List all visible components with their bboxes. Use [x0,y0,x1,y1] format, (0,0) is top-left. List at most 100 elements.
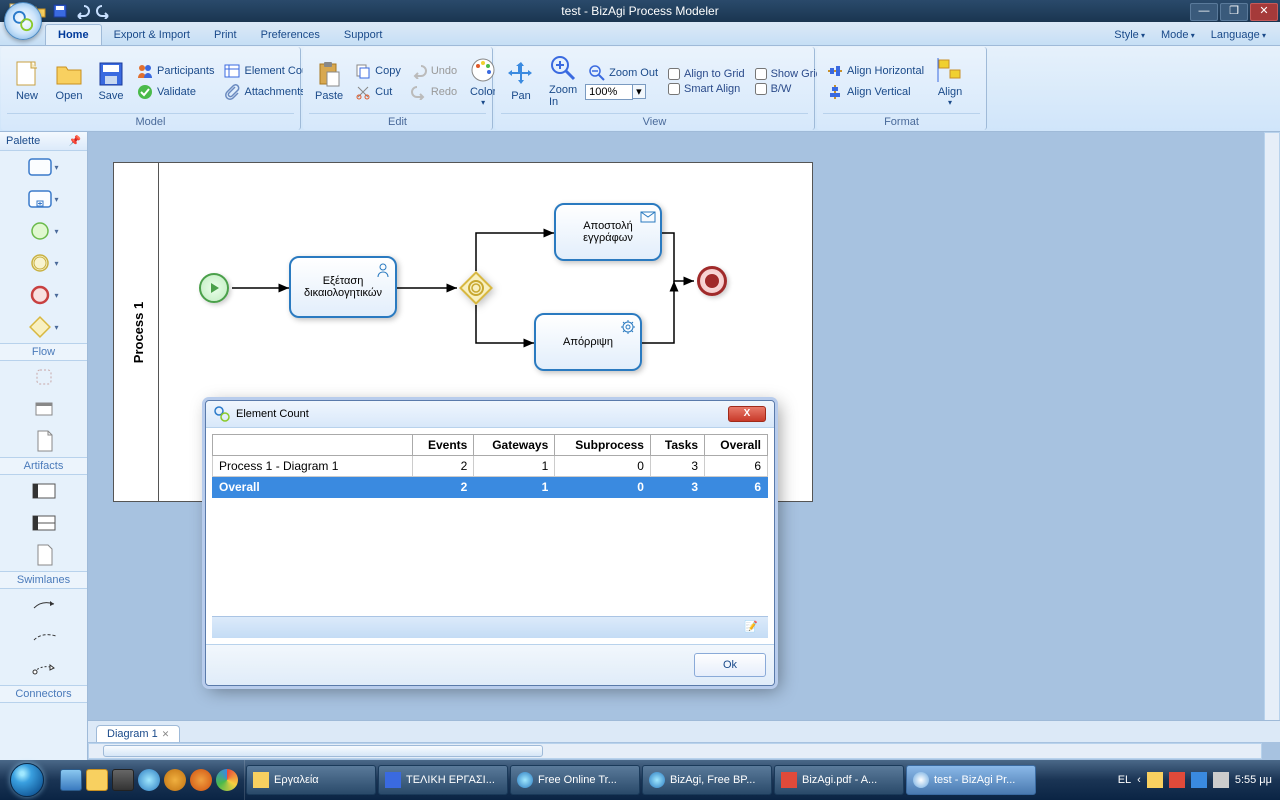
palette-gateway[interactable]: ▾ [0,311,87,343]
gateway-inclusive[interactable] [459,271,493,305]
zoom-in-button[interactable]: Zoom In [543,52,583,110]
cut-button[interactable]: Cut [351,82,405,102]
vertical-scrollbar[interactable] [1264,132,1280,742]
taskbar-item-6[interactable]: test - BizAgi Pr... [906,765,1036,795]
align-horizontal-button[interactable]: Align Horizontal [823,61,928,81]
ql-show-desktop-icon[interactable] [60,769,82,791]
element-count-table: EventsGateways SubprocessTasksOverall Pr… [212,434,768,498]
align-to-grid-check[interactable]: Align to Grid [664,67,749,81]
palette-pool[interactable] [0,475,87,507]
redo-button[interactable]: Redo [407,82,461,102]
sheet-tab-diagram1[interactable]: Diagram 1✕ [96,725,180,742]
tab-support[interactable]: Support [332,25,395,45]
start-event[interactable] [199,273,229,303]
palette-flow-header: Flow [0,343,87,361]
qat-redo-icon[interactable] [96,3,112,19]
ql-explorer-icon[interactable] [86,769,108,791]
app-menu-button[interactable] [4,2,42,40]
ql-switch-icon[interactable] [112,769,134,791]
tab-export-import[interactable]: Export & Import [102,25,202,45]
taskbar-item-4[interactable]: BizAgi, Free BP... [642,765,772,795]
show-grid-check[interactable]: Show Grid [751,67,826,81]
tray-network-icon[interactable] [1191,772,1207,788]
group-format: Align Horizontal Align Vertical Align▾ F… [817,47,987,130]
palette-start-event[interactable]: ▾ [0,215,87,247]
taskbar-item-5[interactable]: BizAgi.pdf - A... [774,765,904,795]
dialog-icon [214,406,230,422]
palette-subprocess[interactable]: ▾ [0,183,87,215]
tab-home[interactable]: Home [45,24,102,45]
end-event[interactable] [697,266,727,296]
table-row[interactable]: Process 1 - Diagram 12 10 36 [213,456,768,477]
taskbar-item-3[interactable]: Free Online Tr... [510,765,640,795]
tab-print[interactable]: Print [202,25,249,45]
palette-association[interactable] [0,621,87,653]
dialog-close-button[interactable]: X [728,406,766,422]
palette-intermediate-event[interactable]: ▾ [0,247,87,279]
horizontal-scrollbar[interactable] [88,743,1262,759]
palette-lane[interactable] [0,507,87,539]
open-button[interactable]: Open [49,58,89,104]
minimize-button[interactable]: — [1190,3,1218,21]
style-menu[interactable]: Style [1108,25,1151,45]
palette-end-event[interactable]: ▾ [0,279,87,311]
bw-check[interactable]: B/W [751,82,826,96]
table-row-overall[interactable]: Overall2 10 36 [213,477,768,498]
language-menu[interactable]: Language [1205,25,1272,45]
tray-volume-icon[interactable] [1213,772,1229,788]
tray-expand-icon[interactable]: ‹ [1137,774,1141,786]
paste-button[interactable]: Paste [309,58,349,104]
taskbar-item-2[interactable]: ΤΕΛΙΚΗ ΕΡΓΑΣΙ... [378,765,508,795]
save-button[interactable]: Save [91,58,131,104]
copy-button[interactable]: Copy [351,61,405,81]
close-button[interactable]: ✕ [1250,3,1278,21]
tray-lang[interactable]: EL [1118,774,1131,786]
pin-icon[interactable]: 📌 [69,136,81,147]
palette-data-object[interactable] [0,361,87,393]
ql-chrome-icon[interactable] [216,769,238,791]
tray-clock[interactable]: 5:55 μμ [1235,774,1272,786]
tray-icon-1[interactable] [1147,772,1163,788]
validate-button[interactable]: Validate [133,82,218,102]
ok-button[interactable]: Ok [694,653,766,677]
taskbar-item-1[interactable]: Εργαλεία [246,765,376,795]
palette-group[interactable] [0,393,87,425]
pan-button[interactable]: Pan [501,58,541,104]
palette-sequence-flow[interactable] [0,589,87,621]
tray-icon-2[interactable] [1169,772,1185,788]
palette-milestone[interactable] [0,539,87,571]
zoom-input[interactable] [585,84,633,100]
ql-firefox-icon[interactable] [190,769,212,791]
new-button[interactable]: New [7,58,47,104]
maximize-button[interactable]: ❐ [1220,3,1248,21]
group-model-label: Model [7,113,294,130]
task-apostoli[interactable]: Αποστολή εγγράφων [554,203,662,261]
palette-annotation[interactable] [0,425,87,457]
align-button[interactable]: Align▾ [930,54,970,109]
align-vertical-button[interactable]: Align Vertical [823,82,928,102]
table-header-row: EventsGateways SubprocessTasksOverall [213,435,768,456]
tab-preferences[interactable]: Preferences [249,25,332,45]
mode-menu[interactable]: Mode [1155,25,1201,45]
palette-panel: Palette📌 ▾ ▾ ▾ ▾ ▾ ▾ Flow Artifacts Swim… [0,132,88,760]
notes-icon[interactable]: 📝 [744,620,760,636]
close-tab-icon[interactable]: ✕ [162,729,170,739]
send-task-icon [640,209,656,225]
user-task-icon [375,262,391,278]
qat-save-icon[interactable] [52,3,68,19]
participants-button[interactable]: Participants [133,61,218,81]
qat-undo-icon[interactable] [74,3,90,19]
zoom-out-button[interactable]: Zoom Out [585,63,662,83]
ql-ie-icon[interactable] [138,769,160,791]
group-model: New Open Save Participants Validate Elem… [1,47,301,130]
zoom-combo[interactable]: ▾ [585,84,662,100]
task-aporripsi[interactable]: Απόρριψη [534,313,642,371]
palette-message-flow[interactable] [0,653,87,685]
ql-media-icon[interactable] [164,769,186,791]
undo-button[interactable]: Undo [407,61,461,81]
task-exetasi[interactable]: Εξέταση δικαιολογητικών [289,256,397,318]
smart-align-check[interactable]: Smart Align [664,82,749,96]
palette-task[interactable]: ▾ [0,151,87,183]
start-button[interactable] [0,760,54,800]
dialog-titlebar[interactable]: Element Count X [206,401,774,428]
